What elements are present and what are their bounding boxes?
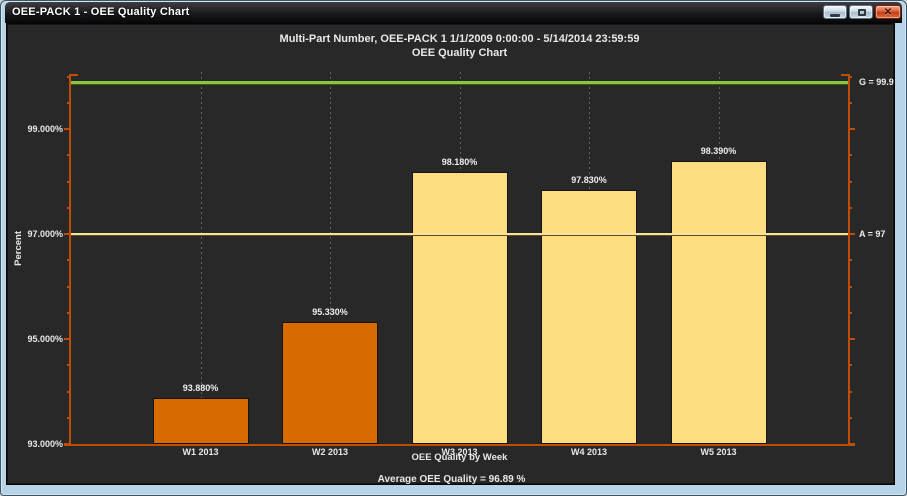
y-tick-label: 95.000%	[11, 334, 63, 344]
close-button[interactable]: ✕	[875, 5, 901, 19]
bar-value-label: 98.180%	[420, 157, 500, 167]
goal-line-label: G = 99.9	[859, 77, 894, 87]
minimize-icon	[830, 14, 840, 17]
average-line	[71, 233, 848, 235]
y-axis-left	[69, 74, 71, 446]
maximize-button[interactable]	[849, 5, 873, 19]
x-axis-title: OEE Quality by Week	[71, 452, 848, 463]
bar-w4-2013[interactable]	[541, 190, 637, 444]
y-axis-right	[848, 74, 850, 446]
minimize-button[interactable]	[823, 5, 847, 19]
bar-value-label: 97.830%	[549, 175, 629, 185]
average-quality-text: Average OEE Quality = 96.89 %	[7, 474, 896, 485]
window-title: OEE-PACK 1 - OEE Quality Chart	[12, 2, 190, 23]
window-controls: ✕	[823, 5, 901, 19]
goal-line	[71, 81, 848, 84]
y-tick-label: 97.000%	[11, 229, 63, 239]
bar-value-label: 95.330%	[290, 307, 370, 317]
bar-w1-2013[interactable]	[153, 398, 249, 444]
maximize-icon	[858, 9, 866, 16]
y-tick-label: 99.000%	[11, 124, 63, 134]
chart-area: Multi-Part Number, OEE-PACK 1 1/1/2009 0…	[6, 23, 895, 485]
app-window: OEE-PACK 1 - OEE Quality Chart ✕ Multi-P…	[0, 0, 907, 496]
bar-w3-2013[interactable]	[412, 172, 508, 444]
bar-w2-2013[interactable]	[282, 322, 378, 444]
chart-title-line1: Multi-Part Number, OEE-PACK 1 1/1/2009 0…	[71, 33, 848, 45]
y-axis-right-cap	[841, 74, 848, 76]
titlebar[interactable]: OEE-PACK 1 - OEE Quality Chart ✕	[5, 2, 902, 23]
y-axis-left-cap	[71, 74, 78, 76]
chart-title-line2: OEE Quality Chart	[71, 47, 848, 59]
close-icon: ✕	[876, 6, 900, 18]
bar-value-label: 98.390%	[679, 146, 759, 156]
y-tick-label: 93.000%	[11, 439, 63, 449]
bar-w5-2013[interactable]	[671, 161, 767, 444]
average-line-label: A = 97	[859, 229, 885, 239]
bar-value-label: 93.880%	[161, 383, 241, 393]
x-axis	[64, 444, 855, 446]
